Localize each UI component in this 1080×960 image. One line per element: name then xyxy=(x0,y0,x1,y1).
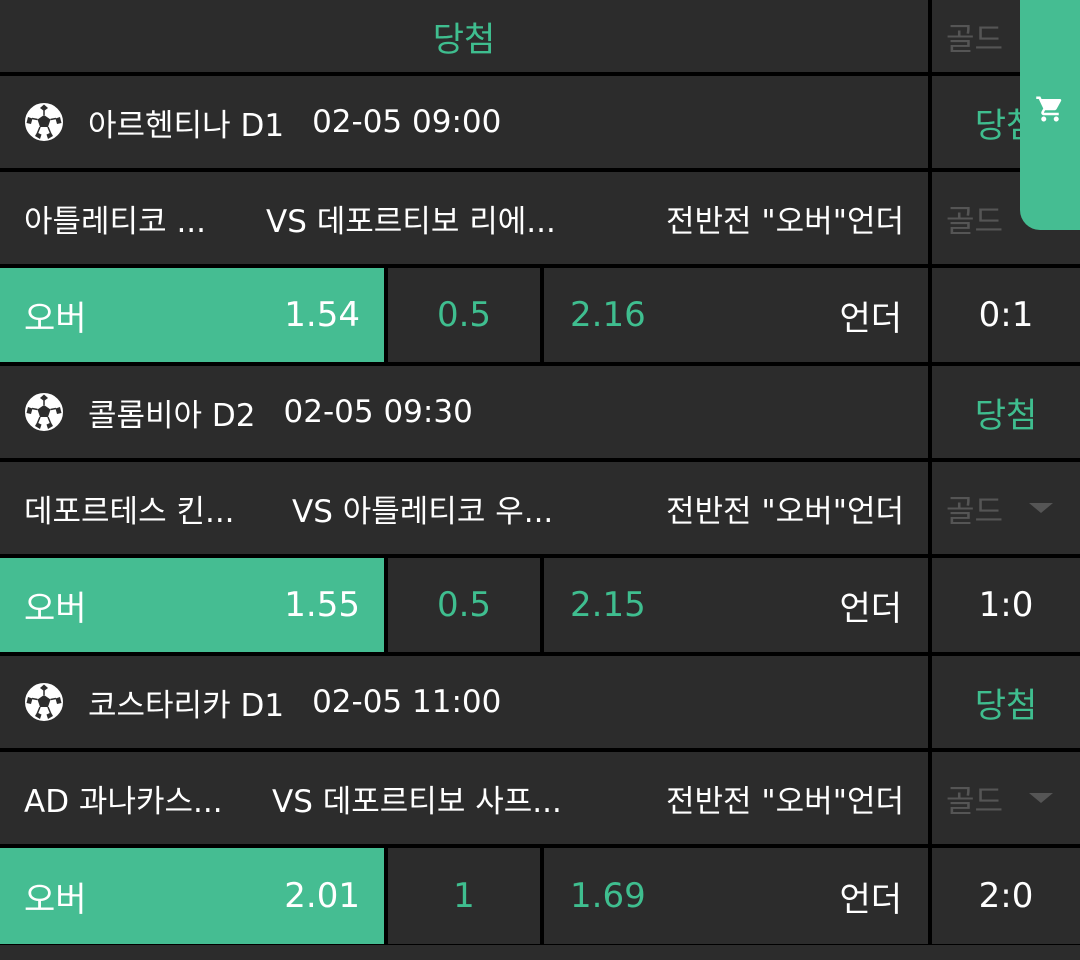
line-value: 0.5 xyxy=(436,585,492,625)
away-team: VS 데포르티보 리에... xyxy=(266,203,556,240)
cart-button[interactable] xyxy=(1020,0,1080,230)
bet-history-screen: 당첨 골드 아르헨티나 D1 02-05 09:00 당첨 아틀레티코 ... … xyxy=(0,0,1080,960)
under-odds: 2.15 xyxy=(570,585,646,625)
odds-row: 오버 1.55 0.5 2.15 언더 1:0 xyxy=(0,558,1080,652)
over-odds: 1.54 xyxy=(284,295,360,335)
under-selection[interactable]: 2.16 언더 xyxy=(544,268,928,362)
score-cell: 1:0 xyxy=(932,558,1080,652)
market-type: 전반전 "오버"언더 xyxy=(665,783,904,820)
status-cell: 당첨 xyxy=(932,366,1080,458)
match-datetime: 02-05 11:00 xyxy=(312,684,502,720)
side-dropdown[interactable]: 골드 xyxy=(932,752,1080,844)
league-header: 콜롬비아 D2 02-05 09:30 xyxy=(0,366,928,458)
match-datetime: 02-05 09:00 xyxy=(312,104,502,140)
over-label: 오버 xyxy=(24,879,87,920)
home-team: 데포르테스 킨... xyxy=(24,493,235,530)
league-header-row: 아르헨티나 D1 02-05 09:00 당첨 xyxy=(0,76,1080,168)
over-label: 오버 xyxy=(24,588,87,629)
away-team: VS 데포르티보 사프... xyxy=(272,783,562,820)
league-header-row: 콜롬비아 D2 02-05 09:30 당첨 xyxy=(0,366,1080,458)
handicap-line: 0.5 xyxy=(388,558,540,652)
soccer-ball-icon xyxy=(25,393,63,431)
soccer-ball-icon xyxy=(25,683,63,721)
under-label: 언더 xyxy=(839,588,902,629)
league-name: 아르헨티나 D1 xyxy=(88,107,285,144)
soccer-ball-icon xyxy=(25,103,63,141)
match-info: AD 과나카스... VS 데포르티보 사프... 전반전 "오버"언더 xyxy=(0,752,928,844)
handicap-line: 1 xyxy=(388,848,540,944)
side-label: 골드 xyxy=(946,493,1004,530)
match-info: 데포르테스 킨... VS 아틀레티코 우... 전반전 "오버"언더 xyxy=(0,462,928,554)
shopping-cart-icon xyxy=(1036,96,1062,122)
side-label: 골드 xyxy=(946,783,1004,820)
status-cell: 당첨 xyxy=(932,656,1080,748)
home-team: 아틀레티코 ... xyxy=(24,203,207,240)
match-row: 데포르테스 킨... VS 아틀레티코 우... 전반전 "오버"언더 골드 xyxy=(0,462,1080,554)
league-name: 코스타리카 D1 xyxy=(88,687,285,724)
top-row: 당첨 골드 xyxy=(0,0,1080,72)
over-selection[interactable]: 오버 2.01 xyxy=(0,848,384,944)
odds-row: 오버 2.01 1 1.69 언더 2:0 xyxy=(0,848,1080,944)
league-header-row: 코스타리카 D1 02-05 11:00 당첨 xyxy=(0,656,1080,748)
final-score: 2:0 xyxy=(978,876,1034,916)
odds-row: 오버 1.54 0.5 2.16 언더 0:1 xyxy=(0,268,1080,362)
top-result-cell: 당첨 xyxy=(0,0,928,72)
under-odds: 2.16 xyxy=(570,295,646,335)
final-score: 0:1 xyxy=(978,295,1034,335)
over-selection[interactable]: 오버 1.54 xyxy=(0,268,384,362)
caret-down-icon xyxy=(1029,793,1054,803)
caret-down-icon xyxy=(1029,503,1054,513)
match-row: AD 과나카스... VS 데포르티보 사프... 전반전 "오버"언더 골드 xyxy=(0,752,1080,844)
market-type: 전반전 "오버"언더 xyxy=(665,493,904,530)
top-side-label: 골드 xyxy=(946,21,1004,58)
line-value: 0.5 xyxy=(436,295,492,335)
side-dropdown[interactable]: 골드 xyxy=(932,462,1080,554)
away-team: VS 아틀레티코 우... xyxy=(292,493,554,530)
match-datetime: 02-05 09:30 xyxy=(283,394,473,430)
score-cell: 2:0 xyxy=(932,848,1080,944)
over-selection[interactable]: 오버 1.55 xyxy=(0,558,384,652)
over-odds: 1.55 xyxy=(284,585,360,625)
under-odds: 1.69 xyxy=(570,876,646,916)
match-info: 아틀레티코 ... VS 데포르티보 리에... 전반전 "오버"언더 xyxy=(0,172,928,264)
league-header: 코스타리카 D1 02-05 11:00 xyxy=(0,656,928,748)
match-row: 아틀레티코 ... VS 데포르티보 리에... 전반전 "오버"언더 골드 xyxy=(0,172,1080,264)
side-label: 골드 xyxy=(946,203,1004,240)
over-label: 오버 xyxy=(24,298,87,339)
home-team: AD 과나카스... xyxy=(24,783,223,820)
top-result-label: 당첨 xyxy=(432,19,496,60)
final-score: 1:0 xyxy=(978,585,1034,625)
under-label: 언더 xyxy=(839,879,902,920)
status-badge: 당첨 xyxy=(974,685,1038,726)
bottom-edge xyxy=(0,945,1080,960)
score-cell: 0:1 xyxy=(932,268,1080,362)
over-odds: 2.01 xyxy=(284,876,360,916)
under-selection[interactable]: 1.69 언더 xyxy=(544,848,928,944)
market-type: 전반전 "오버"언더 xyxy=(665,203,904,240)
line-value: 1 xyxy=(453,876,475,916)
league-name: 콜롬비아 D2 xyxy=(88,397,256,434)
handicap-line: 0.5 xyxy=(388,268,540,362)
status-badge: 당첨 xyxy=(974,395,1038,436)
under-selection[interactable]: 2.15 언더 xyxy=(544,558,928,652)
league-header: 아르헨티나 D1 02-05 09:00 xyxy=(0,76,928,168)
under-label: 언더 xyxy=(839,298,902,339)
